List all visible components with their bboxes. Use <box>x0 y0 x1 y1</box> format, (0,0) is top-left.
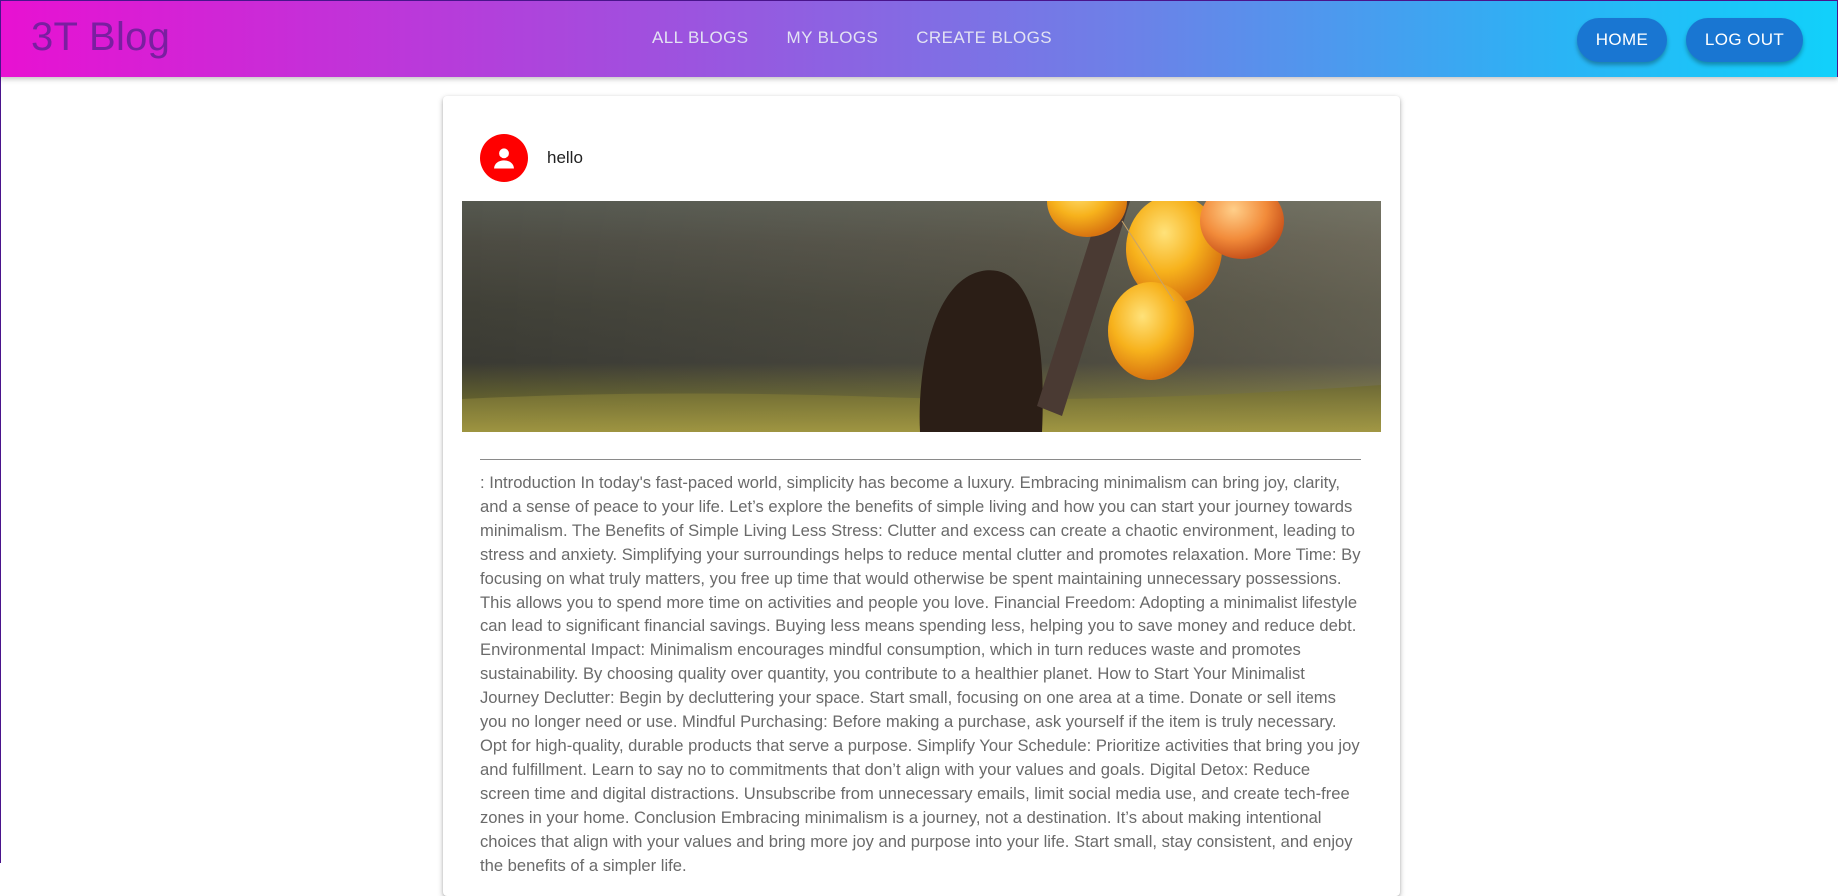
logout-button[interactable]: LOG OUT <box>1686 18 1803 62</box>
window-edge <box>0 77 1 863</box>
nav-create-blogs[interactable]: CREATE BLOGS <box>916 28 1052 48</box>
brand-logo[interactable]: 3T Blog <box>31 15 170 60</box>
nav-my-blogs[interactable]: MY BLOGS <box>787 28 879 48</box>
blog-post-card: hello: Introduction In today's fast-pac… <box>443 96 1400 896</box>
cover-illustration <box>462 201 1381 432</box>
content-divider <box>480 459 1361 460</box>
nav-all-blogs[interactable]: ALL BLOGS <box>652 28 749 48</box>
main-nav: ALL BLOGS MY BLOGS CREATE BLOGS <box>652 28 1052 48</box>
home-button[interactable]: HOME <box>1577 18 1667 62</box>
post-content: : Introduction In today's fast-paced wor… <box>480 473 1361 875</box>
author-avatar <box>480 134 528 182</box>
person-icon <box>494 148 514 169</box>
app-header: 3T Blog ALL BLOGS MY BLOGS CREATE BLOGS … <box>0 0 1838 77</box>
author-name: hello <box>547 148 583 167</box>
post-cover-image <box>462 201 1381 432</box>
